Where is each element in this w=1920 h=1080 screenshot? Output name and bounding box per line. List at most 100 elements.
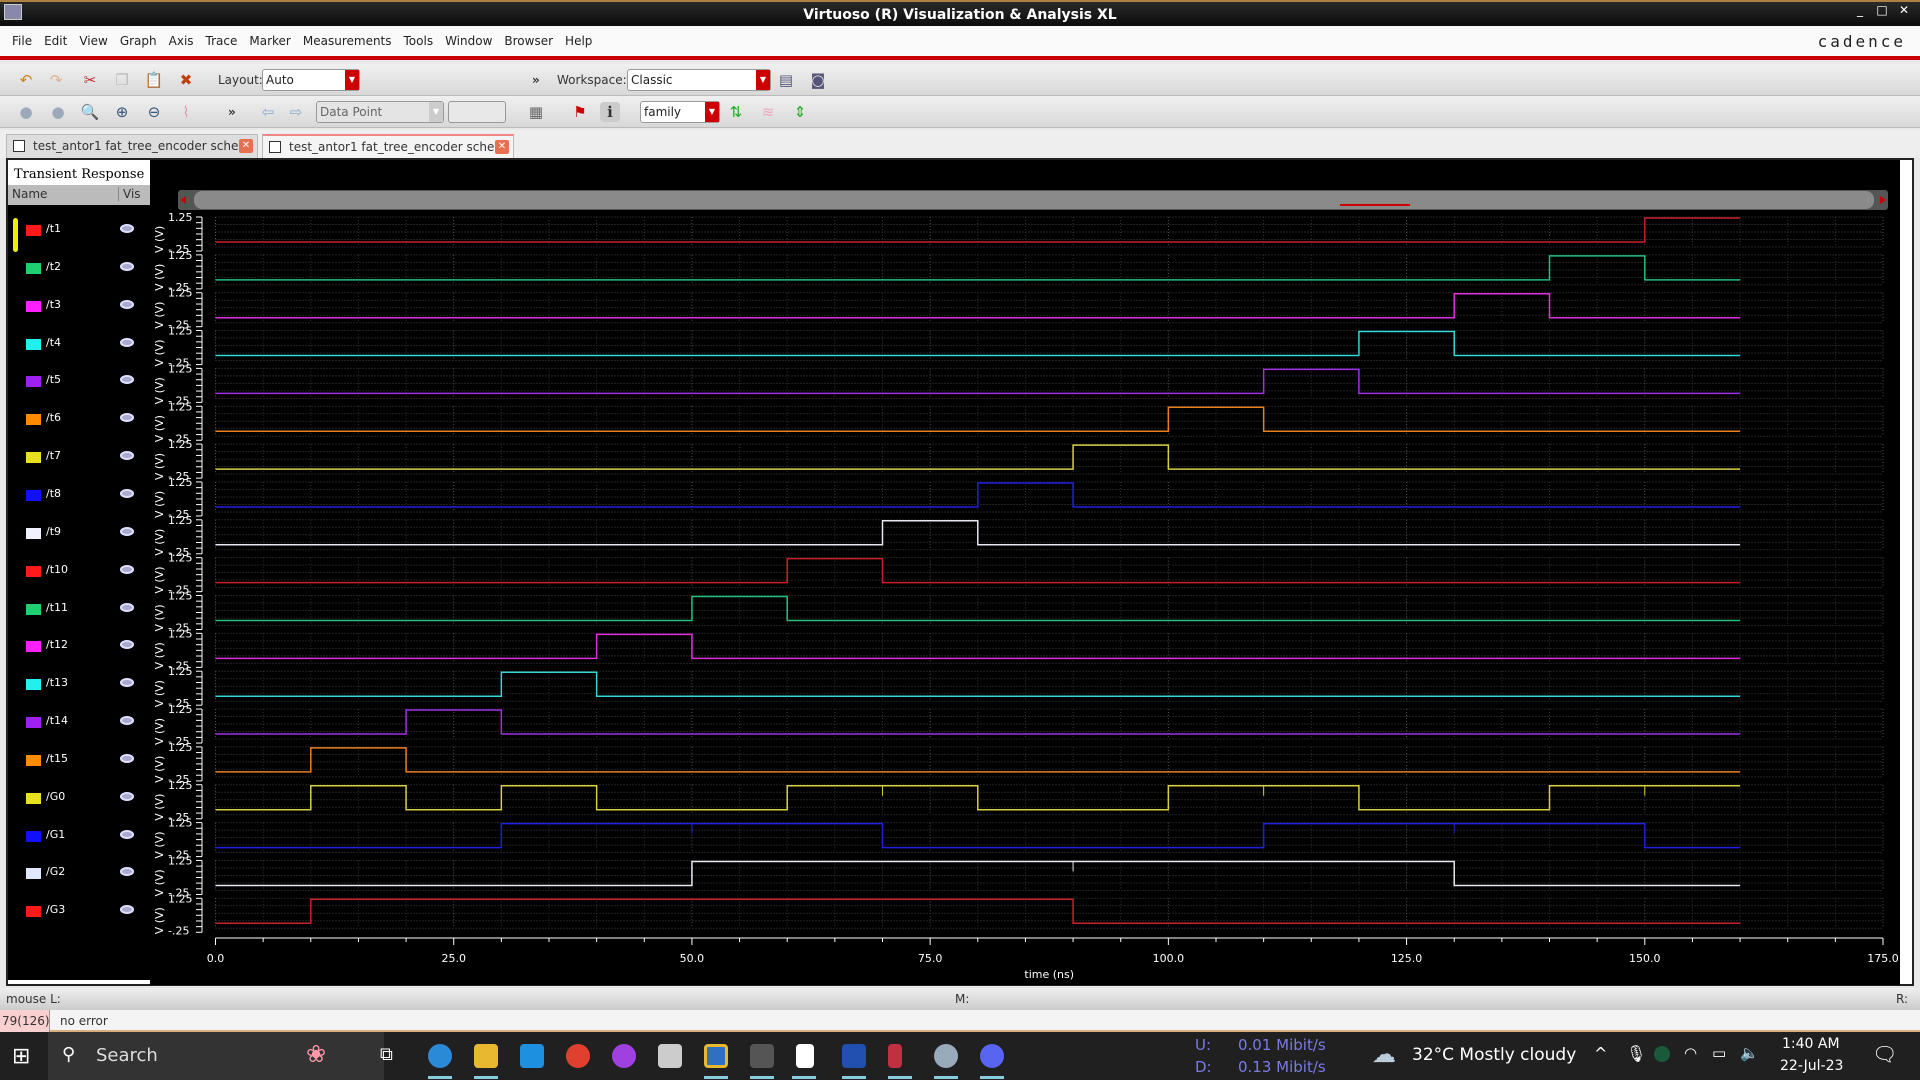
- legend-item[interactable]: /t15: [8, 746, 150, 776]
- legend-item[interactable]: /t3: [8, 292, 150, 322]
- document-icon[interactable]: [796, 1044, 814, 1068]
- eye-visibility-icon[interactable]: [120, 375, 134, 385]
- eye-visibility-icon[interactable]: [120, 337, 134, 347]
- battery-icon[interactable]: ▭: [1712, 1044, 1726, 1062]
- cut-icon[interactable]: ✂: [80, 70, 100, 90]
- arrow-left-icon[interactable]: ⇦: [258, 102, 278, 122]
- volume-icon[interactable]: 🔈: [1740, 1044, 1759, 1062]
- notifications-icon[interactable]: 🗨: [1872, 1042, 1897, 1066]
- workspace-select[interactable]: Classic ▼: [627, 69, 771, 91]
- zoom-fit-icon[interactable]: 🔍: [80, 102, 100, 122]
- menu-marker[interactable]: Marker: [249, 26, 290, 56]
- zoom-waveform-icon[interactable]: ⌇: [176, 102, 196, 122]
- vm-icon[interactable]: [704, 1044, 728, 1068]
- data-point-input[interactable]: [448, 101, 506, 123]
- save-workspace-icon[interactable]: ▤: [776, 70, 796, 90]
- delete-icon[interactable]: ✖: [176, 70, 196, 90]
- eye-visibility-icon[interactable]: [120, 224, 134, 233]
- scrollbar-thumb[interactable]: [194, 191, 1874, 209]
- zoom-in-icon[interactable]: ⊕: [112, 102, 132, 122]
- family-select[interactable]: family ▼: [640, 101, 720, 123]
- trace-G0[interactable]: [215, 785, 1741, 811]
- eye-visibility-icon[interactable]: [120, 829, 134, 839]
- messenger-icon[interactable]: [612, 1044, 636, 1068]
- legend-item[interactable]: /t2: [8, 254, 150, 284]
- maximize-button[interactable]: □: [1872, 3, 1892, 17]
- legend-item[interactable]: /t4: [8, 330, 150, 360]
- trace-t8[interactable]: [215, 482, 1741, 508]
- eye-visibility-icon[interactable]: [120, 299, 134, 309]
- eye-visibility-icon[interactable]: [120, 791, 134, 801]
- eye-visibility-icon[interactable]: [120, 867, 134, 877]
- forward-icon[interactable]: ●: [48, 102, 68, 122]
- microphone-icon[interactable]: 🎙: [1626, 1044, 1646, 1063]
- mail-icon[interactable]: [520, 1044, 544, 1068]
- paste-icon[interactable]: 📋: [144, 70, 164, 90]
- eye-visibility-icon[interactable]: [120, 564, 134, 574]
- name-column-header[interactable]: Name: [12, 187, 47, 201]
- legend-item[interactable]: /G2: [8, 859, 150, 889]
- waveform-plot[interactable]: 1.25-.25V (V)1.25-.25V (V)1.25-.25V (V)1…: [150, 160, 1900, 985]
- overflow-button[interactable]: »: [228, 102, 236, 122]
- menu-help[interactable]: Help: [565, 26, 592, 56]
- menu-tools[interactable]: Tools: [404, 26, 434, 56]
- overflow-button[interactable]: »: [532, 70, 540, 90]
- legend-item[interactable]: /t8: [8, 481, 150, 511]
- arrow-right-icon[interactable]: ⇨: [286, 102, 306, 122]
- legend-item[interactable]: /t6: [8, 405, 150, 435]
- legend-item[interactable]: /G3: [8, 897, 150, 927]
- close-button[interactable]: ✕: [1894, 3, 1914, 17]
- menu-window[interactable]: Window: [445, 26, 492, 56]
- eye-visibility-icon[interactable]: [120, 488, 134, 498]
- menu-browser[interactable]: Browser: [504, 26, 553, 56]
- file-explorer-icon[interactable]: [474, 1044, 498, 1068]
- redo-icon[interactable]: ↷: [46, 70, 66, 90]
- eye-visibility-icon[interactable]: [120, 451, 134, 461]
- calculator-icon[interactable]: ▦: [526, 102, 546, 122]
- eye-visibility-icon[interactable]: [120, 413, 134, 423]
- tab-schematic-1[interactable]: test_antor1 fat_tree_encoder sche... ✕: [6, 134, 258, 158]
- menu-view[interactable]: View: [79, 26, 107, 56]
- eye-visibility-icon[interactable]: [120, 678, 134, 688]
- menu-trace[interactable]: Trace: [206, 26, 238, 56]
- legend-item[interactable]: /t10: [8, 557, 150, 587]
- legend-item[interactable]: /G1: [8, 822, 150, 852]
- minimize-button[interactable]: _: [1850, 3, 1870, 17]
- app-tray-icon[interactable]: [1654, 1046, 1670, 1062]
- flag-icon[interactable]: ⚑: [570, 102, 590, 122]
- wifi-icon[interactable]: ◠: [1684, 1044, 1697, 1062]
- legend-item[interactable]: /G0: [8, 784, 150, 814]
- legend-item[interactable]: /t14: [8, 708, 150, 738]
- legend-item[interactable]: /t1: [8, 216, 150, 246]
- edge-icon[interactable]: [428, 1044, 452, 1068]
- windows-start-icon[interactable]: ⊞: [12, 1044, 30, 1069]
- menu-measurements[interactable]: Measurements: [303, 26, 392, 56]
- eye-visibility-icon[interactable]: [120, 716, 134, 726]
- task-view-icon[interactable]: ⧉: [380, 1044, 393, 1065]
- layout-select[interactable]: Auto ▼: [262, 69, 360, 91]
- stack-icon[interactable]: ⇕: [790, 102, 810, 122]
- legend-item[interactable]: /t9: [8, 519, 150, 549]
- legend-item[interactable]: /t11: [8, 595, 150, 625]
- zoom-out-icon[interactable]: ⊖: [144, 102, 164, 122]
- weather-text[interactable]: 32°C Mostly cloudy: [1412, 1045, 1576, 1065]
- copy-icon[interactable]: ❐: [112, 70, 132, 90]
- eye-visibility-icon[interactable]: [120, 261, 134, 271]
- legend-item[interactable]: /t13: [8, 670, 150, 700]
- eye-visibility-icon[interactable]: [120, 640, 134, 650]
- chrome-icon[interactable]: [566, 1044, 590, 1068]
- taskbar-search[interactable]: ⚲ Search ❀: [48, 1032, 384, 1080]
- eye-visibility-icon[interactable]: [120, 753, 134, 763]
- split-traces-icon[interactable]: ⇅: [726, 102, 746, 122]
- word-icon[interactable]: [842, 1044, 866, 1068]
- tab-schematic-2[interactable]: test_antor1 fat_tree_encoder sche... ✕: [262, 134, 514, 158]
- eye-visibility-icon[interactable]: [120, 526, 134, 536]
- menu-file[interactable]: File: [12, 26, 32, 56]
- close-tab-icon[interactable]: ✕: [239, 139, 253, 153]
- legend-item[interactable]: /t7: [8, 443, 150, 473]
- snipping-tool-icon[interactable]: [888, 1044, 902, 1068]
- performance-monitor-icon[interactable]: [658, 1044, 682, 1068]
- eye-visibility-icon[interactable]: [120, 905, 134, 915]
- menu-graph[interactable]: Graph: [120, 26, 157, 56]
- paint-icon[interactable]: [934, 1044, 958, 1068]
